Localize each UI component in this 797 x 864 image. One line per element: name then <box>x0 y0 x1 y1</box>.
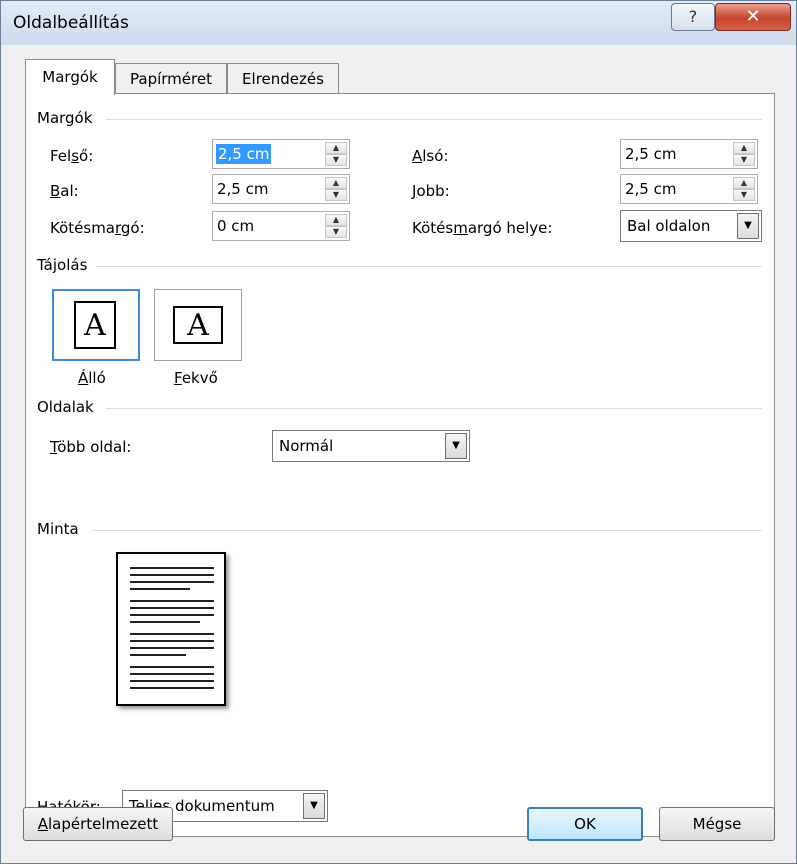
help-button[interactable]: ? <box>671 3 715 31</box>
spin-up-icon[interactable]: ▲ <box>733 177 755 189</box>
multiple-pages-select[interactable]: Normál ▼ <box>272 430 470 462</box>
page-setup-dialog: Oldalbeállítás ? ✕ Margók Papírméret Elr… <box>0 0 797 864</box>
gutter-spinner[interactable]: 0 cm ▲ ▼ <box>212 211 350 241</box>
chevron-down-icon[interactable]: ▼ <box>303 793 325 819</box>
preview-group-divider <box>92 530 762 531</box>
gutter-position-label: Kötésmargó helye: <box>412 219 553 237</box>
portrait-option[interactable]: A <box>52 289 140 361</box>
pages-group-divider <box>106 408 762 409</box>
left-margin-spinner[interactable]: 2,5 cm ▲ ▼ <box>212 174 350 204</box>
orientation-group-divider <box>96 266 762 267</box>
tab-paper-size[interactable]: Papírméret <box>115 63 227 93</box>
multiple-pages-value: Normál <box>279 437 334 455</box>
tab-margins[interactable]: Margók <box>25 59 115 95</box>
top-margin-value[interactable]: 2,5 cm <box>216 144 272 164</box>
landscape-option[interactable]: A <box>154 289 242 361</box>
cancel-button[interactable]: Mégse <box>659 807 775 841</box>
left-margin-value[interactable]: 2,5 cm <box>217 179 268 199</box>
chevron-down-icon[interactable]: ▼ <box>737 213 759 239</box>
set-as-default-button[interactable]: Alapértelmezett <box>23 807 173 841</box>
spin-up-icon[interactable]: ▲ <box>325 177 347 189</box>
gutter-position-select[interactable]: Bal oldalon ▼ <box>620 210 762 242</box>
gutter-position-value: Bal oldalon <box>627 217 711 235</box>
page-preview <box>116 552 226 706</box>
right-margin-value[interactable]: 2,5 cm <box>625 179 676 199</box>
spin-up-icon[interactable]: ▲ <box>733 142 755 154</box>
left-margin-label: Bal: <box>50 182 79 200</box>
spin-down-icon[interactable]: ▼ <box>733 189 755 201</box>
dialog-body: Margók Papírméret Elrendezés Margók Fels… <box>11 45 786 857</box>
pages-group-label: Oldalak <box>37 398 100 416</box>
spin-up-icon[interactable]: ▲ <box>325 214 347 226</box>
bottom-margin-spinner[interactable]: 2,5 cm ▲ ▼ <box>620 139 758 169</box>
top-margin-spinner[interactable]: 2,5 cm ▲ ▼ <box>212 139 350 169</box>
right-margin-label: Jobb: <box>412 182 450 200</box>
chevron-down-icon[interactable]: ▼ <box>445 433 467 459</box>
right-margin-spinner[interactable]: 2,5 cm ▲ ▼ <box>620 174 758 204</box>
portrait-page-icon: A <box>74 301 116 349</box>
tab-layout[interactable]: Elrendezés <box>227 63 339 93</box>
spin-down-icon[interactable]: ▼ <box>325 189 347 201</box>
top-margin-label: Felső: <box>50 147 94 165</box>
spin-down-icon[interactable]: ▼ <box>733 154 755 166</box>
spin-up-icon[interactable]: ▲ <box>325 142 347 154</box>
spin-down-icon[interactable]: ▼ <box>325 226 347 238</box>
margins-tab-panel: Margók Felső: 2,5 cm ▲ ▼ Alsó: 2,5 cm ▲ ▼ … <box>25 93 775 837</box>
bottom-margin-label: Alsó: <box>412 147 449 165</box>
dialog-title: Oldalbeállítás <box>13 13 129 33</box>
portrait-label: Álló <box>78 369 106 387</box>
bottom-margin-value[interactable]: 2,5 cm <box>625 144 676 164</box>
ok-button[interactable]: OK <box>527 807 643 841</box>
close-button[interactable]: ✕ <box>715 3 791 31</box>
gutter-value[interactable]: 0 cm <box>217 216 254 236</box>
multiple-pages-label: Több oldal: <box>50 438 132 456</box>
margins-group-divider <box>106 119 762 120</box>
spin-down-icon[interactable]: ▼ <box>325 154 347 166</box>
orientation-group-label: Tájolás <box>37 256 94 274</box>
gutter-label: Kötésmargó: <box>50 219 145 237</box>
landscape-label: Fekvő <box>174 369 218 387</box>
title-bar: Oldalbeállítás ? ✕ <box>1 1 796 45</box>
preview-group-label: Minta <box>37 520 85 538</box>
margins-group-label: Margók <box>37 109 99 127</box>
landscape-page-icon: A <box>173 306 223 344</box>
